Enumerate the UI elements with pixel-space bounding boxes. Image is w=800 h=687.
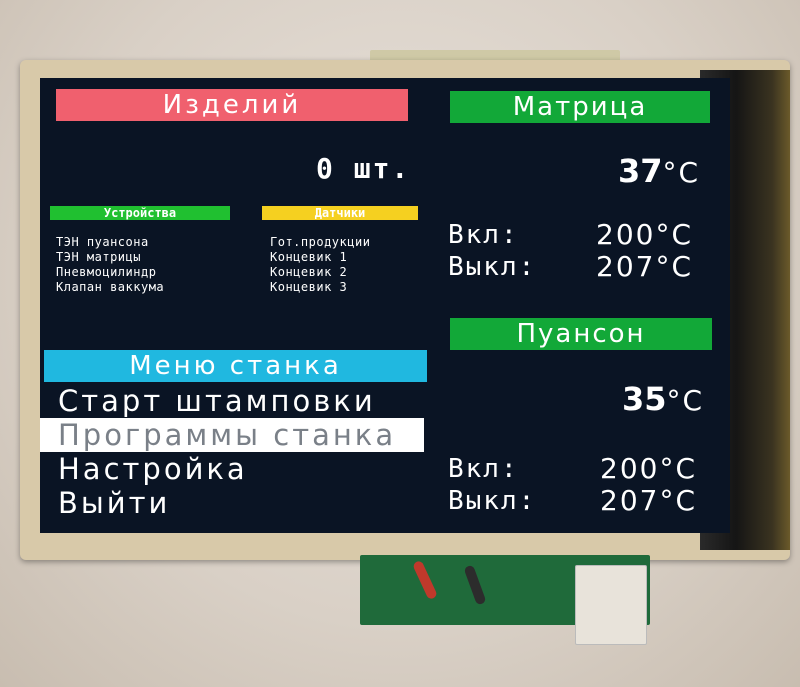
- sensor-item: Гот.продукции: [270, 235, 371, 249]
- display-screen: Изделий 0 шт. Устройства Датчики ТЭН пуа…: [40, 78, 730, 533]
- matrix-off-label: Выкл:: [448, 252, 537, 282]
- sensors-tag: Датчики: [262, 206, 418, 220]
- menu-item-machine-programs[interactable]: Программы станка: [58, 418, 396, 452]
- wire-connector: [575, 565, 647, 645]
- menu-item-settings[interactable]: Настройка: [58, 452, 248, 486]
- device-item: Клапан ваккума: [56, 280, 165, 294]
- sensor-item: Концевик 2: [270, 265, 348, 279]
- matrix-temperature: 37°С: [618, 152, 700, 190]
- menu-item-exit[interactable]: Выйти: [58, 486, 170, 520]
- matrix-temp-value: 37: [618, 152, 663, 190]
- punch-temp-value: 35: [622, 380, 667, 418]
- matrix-off-value: 207°С: [596, 250, 693, 283]
- punch-off-label: Выкл:: [448, 486, 537, 516]
- menu-item-start-stamping[interactable]: Старт штамповки: [58, 384, 376, 418]
- devices-tag: Устройства: [50, 206, 230, 220]
- punch-on-label: Вкл:: [448, 454, 519, 484]
- punch-temp-unit: °С: [666, 384, 705, 417]
- matrix-temp-unit: °С: [662, 156, 701, 189]
- device-item: ТЭН матрицы: [56, 250, 141, 264]
- matrix-header: Матрица: [450, 91, 710, 123]
- matrix-on-label: Вкл:: [448, 220, 519, 250]
- products-header: Изделий: [56, 89, 408, 121]
- sensor-item: Концевик 1: [270, 250, 348, 264]
- product-count: 0 шт.: [316, 152, 411, 185]
- devices-list: ТЭН пуансона ТЭН матрицы Пневмоцилиндр К…: [56, 235, 164, 295]
- device-item: Пневмоцилиндр: [56, 265, 157, 279]
- sensors-list: Гот.продукции Концевик 1 Концевик 2 Конц…: [270, 235, 370, 295]
- sensor-item: Концевик 3: [270, 280, 348, 294]
- punch-temperature: 35°С: [622, 380, 704, 418]
- punch-on-value: 200°С: [600, 452, 697, 485]
- menu-title: Меню станка: [44, 350, 427, 382]
- matrix-on-value: 200°С: [596, 218, 693, 251]
- punch-off-value: 207°С: [600, 484, 697, 517]
- device-item: ТЭН пуансона: [56, 235, 149, 249]
- punch-header: Пуансон: [450, 318, 712, 350]
